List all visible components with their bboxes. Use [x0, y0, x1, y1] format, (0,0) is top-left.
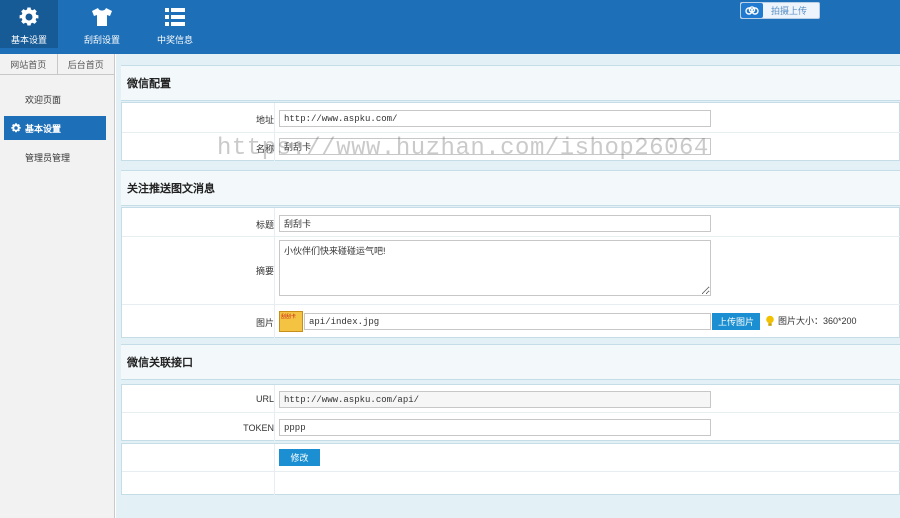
title-input[interactable]: 刮刮卡	[279, 215, 711, 232]
nav-winning-info[interactable]: 中奖信息	[143, 0, 207, 48]
follow-push-panel: 标题 刮刮卡 摘要 小伙伴们快来碰碰运气吧! 图片 刮刮卡 api/index.…	[121, 207, 900, 338]
sidebar-tabs: 网站首页 后台首页	[0, 54, 114, 75]
section-title-wechat-config: 微信配置	[121, 65, 900, 101]
image-thumbnail: 刮刮卡	[279, 311, 303, 332]
wechat-config-panel: 地址 http://www.aspku.com/ 名称 刮刮卡	[121, 102, 900, 161]
sidebar-item-label: 基本设置	[25, 123, 62, 134]
form-row-url: URL http://www.aspku.com/api/	[122, 385, 900, 413]
image-label: 图片	[255, 318, 274, 328]
wechat-api-panel: URL http://www.aspku.com/api/ TOKEN pppp	[121, 384, 900, 441]
name-input[interactable]: 刮刮卡	[279, 138, 711, 155]
upload-image-button[interactable]: 上传图片	[712, 313, 760, 330]
top-bar: 基本设置 刮刮设置 中奖信息 拍摄上传	[0, 0, 900, 54]
form-row-image: 图片 刮刮卡 api/index.jpg 上传图片 图片大小：360*200	[122, 305, 900, 338]
gear-icon	[11, 123, 21, 133]
form-row-token: TOKEN pppp	[122, 413, 900, 441]
image-size-hint: 图片大小：360*200	[765, 314, 857, 327]
sidebar-item-welcome[interactable]: 欢迎页面	[4, 87, 106, 111]
cloud-icon	[741, 3, 763, 18]
top-nav: 基本设置 刮刮设置 中奖信息	[0, 0, 216, 48]
token-input[interactable]: pppp	[279, 419, 711, 436]
section-title-follow-push: 关注推送图文消息	[121, 170, 900, 206]
nav-label: 中奖信息	[156, 35, 193, 45]
image-path-input[interactable]: api/index.jpg	[304, 313, 711, 330]
section-title-wechat-api: 微信关联接口	[121, 344, 900, 380]
sidebar-item-label: 管理员管理	[25, 152, 71, 163]
form-row-address: 地址 http://www.aspku.com/	[122, 103, 900, 133]
summary-textarea[interactable]: 小伙伴们快来碰碰运气吧!	[279, 240, 711, 296]
title-label: 标题	[255, 220, 274, 230]
nav-label: 刮刮设置	[83, 35, 120, 45]
modify-button[interactable]: 修改	[279, 449, 320, 466]
sidebar-item-label: 欢迎页面	[25, 94, 62, 105]
form-row-name: 名称 刮刮卡	[122, 133, 900, 161]
url-label: URL	[255, 394, 274, 404]
nav-basic-settings[interactable]: 基本设置	[0, 0, 58, 48]
sidebar-item-admin-management[interactable]: 管理员管理	[4, 145, 106, 169]
form-row-summary: 摘要 小伙伴们快来碰碰运气吧!	[122, 237, 900, 305]
thumbnail-caption: 刮刮卡	[281, 314, 297, 320]
sidebar: 网站首页 后台首页 欢迎页面 基本设置 管理员管理	[0, 54, 115, 518]
summary-label: 摘要	[255, 266, 274, 276]
form-row-submit: 修改	[122, 444, 900, 472]
gear-icon	[19, 7, 39, 26]
photo-upload-button[interactable]: 拍摄上传	[740, 2, 820, 19]
token-label: TOKEN	[243, 423, 274, 433]
address-input[interactable]: http://www.aspku.com/	[279, 110, 711, 127]
list-icon	[165, 8, 185, 26]
address-label: 地址	[255, 115, 274, 125]
main-content: 微信配置 地址 http://www.aspku.com/ 名称 刮刮卡 关注推…	[116, 54, 900, 518]
tshirt-icon	[92, 8, 112, 26]
sidebar-item-basic-settings[interactable]: 基本设置	[4, 116, 106, 140]
tab-site-home[interactable]: 网站首页	[0, 54, 58, 74]
url-input[interactable]: http://www.aspku.com/api/	[279, 391, 711, 408]
form-row-title: 标题 刮刮卡	[122, 208, 900, 237]
nav-scratch-settings[interactable]: 刮刮设置	[70, 0, 134, 48]
upload-label: 拍摄上传	[771, 6, 808, 16]
name-label: 名称	[255, 144, 274, 154]
nav-label: 基本设置	[10, 35, 47, 45]
image-size-hint-text: 图片大小：360*200	[778, 316, 857, 326]
tab-admin-home[interactable]: 后台首页	[58, 54, 115, 74]
lightbulb-icon	[766, 315, 774, 326]
submit-panel: 修改	[121, 443, 900, 495]
form-row-empty	[122, 472, 900, 495]
